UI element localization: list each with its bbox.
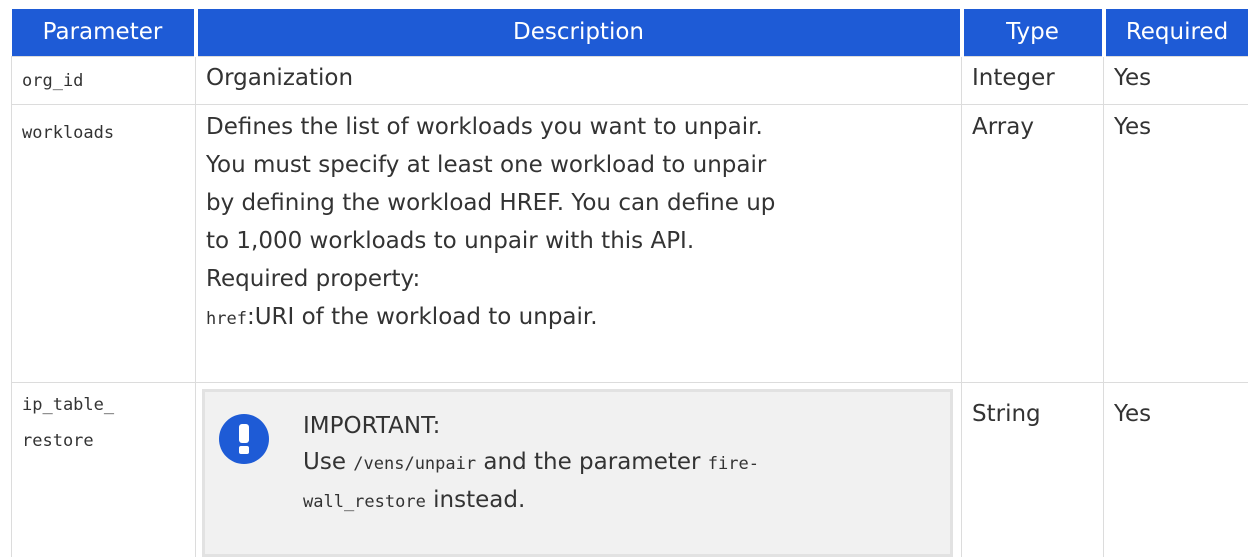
param-cell: workloads [12, 104, 196, 382]
important-note: IMPORTANT: Use /vens/unpair and the para… [202, 389, 953, 557]
param-cell: org_id [12, 56, 196, 104]
required-cell: Yes [1104, 56, 1248, 104]
type-cell: Array [962, 104, 1104, 382]
description-line: to 1,000 workloads to unpair with this A… [206, 222, 951, 260]
description-line: Required property: [206, 260, 951, 298]
header-description: Description [196, 9, 962, 56]
param-cell: ip_table_ restore [12, 382, 196, 557]
table-header-row: Parameter Description Type Required [12, 9, 1248, 56]
property-code: href [206, 309, 247, 329]
note-code: wall_restore [303, 492, 426, 512]
note-text-prefix: Use [303, 449, 353, 475]
type-cell: Integer [962, 56, 1104, 104]
note-text: IMPORTANT: Use /vens/unpair and the para… [303, 404, 759, 520]
header-parameter: Parameter [12, 9, 196, 56]
note-code: fire- [708, 454, 759, 474]
table-row: workloads Defines the list of workloads … [12, 104, 1248, 382]
exclamation-icon [219, 414, 269, 464]
required-cell: Yes [1104, 382, 1248, 557]
description-line: You must specify at least one workload t… [206, 146, 951, 184]
header-required: Required [1104, 9, 1248, 56]
description-line: by defining the workload HREF. You can d… [206, 184, 951, 222]
description-cell: Defines the list of workloads you want t… [196, 104, 962, 382]
note-line: Use /vens/unpair and the parameter fire- [303, 444, 759, 482]
note-line: wall_restore instead. [303, 482, 759, 520]
param-name-line: ip_table_ [22, 387, 185, 423]
description-cell: IMPORTANT: Use /vens/unpair and the para… [196, 382, 962, 557]
description-cell: Organization [196, 56, 962, 104]
type-cell: String [962, 382, 1104, 557]
param-name-line: restore [22, 423, 185, 459]
param-name: org_id [22, 71, 83, 91]
note-heading: IMPORTANT: [303, 408, 759, 444]
note-code: /vens/unpair [353, 454, 476, 474]
table-row: ip_table_ restore IMPORTANT: Use /vens/u… [12, 382, 1248, 557]
description-line: Defines the list of workloads you want t… [206, 108, 951, 146]
table-row: org_id Organization Integer Yes [12, 56, 1248, 104]
required-cell: Yes [1104, 104, 1248, 382]
param-name: workloads [22, 123, 114, 143]
parameters-table: Parameter Description Type Required org_… [11, 9, 1248, 557]
note-text-suffix: instead. [426, 487, 525, 513]
note-text-mid: and the parameter [476, 449, 708, 475]
property-line: href:URI of the workload to unpair. [206, 298, 951, 338]
property-text: :URI of the workload to unpair. [247, 304, 598, 330]
header-type: Type [962, 9, 1104, 56]
